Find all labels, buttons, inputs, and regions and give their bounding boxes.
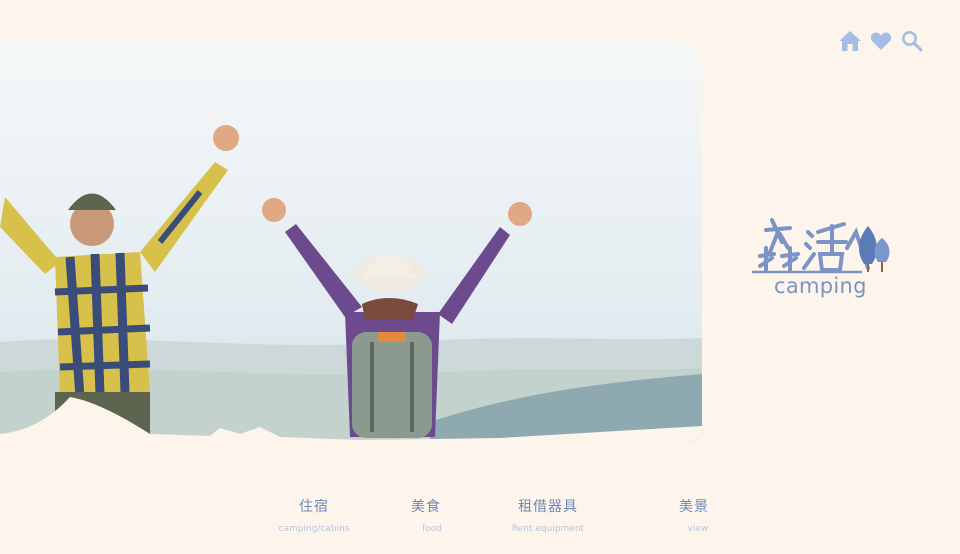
nav-item-lodging[interactable]: 住宿 camping/cabins bbox=[274, 496, 354, 534]
heart-icon[interactable] bbox=[869, 28, 893, 54]
nav-item-view[interactable]: 美景 view bbox=[666, 496, 722, 534]
logo-subtitle: camping bbox=[774, 274, 867, 298]
nav-item-sub: Rent equipment bbox=[511, 524, 585, 534]
nav-item-rent-equipment[interactable]: 租借器具 Rent equipment bbox=[508, 496, 588, 534]
header-icons bbox=[838, 28, 924, 54]
nav-item-label: 美景 bbox=[679, 499, 709, 515]
nav-item-label: 美食 bbox=[411, 499, 441, 515]
nav-item-sub: camping/cabins bbox=[278, 524, 350, 534]
nav-item-food[interactable]: 美食 food bbox=[396, 496, 456, 534]
nav-item-label: 租借器具 bbox=[518, 499, 578, 515]
nav-item-sub: view bbox=[687, 524, 709, 534]
nav-item-sub: food bbox=[422, 524, 442, 534]
hero-image bbox=[0, 42, 702, 442]
search-icon[interactable] bbox=[900, 28, 924, 54]
main-nav: 住宿 camping/cabins 美食 food 租借器具 Rent equi… bbox=[0, 496, 960, 546]
home-icon[interactable] bbox=[838, 28, 862, 54]
brand-logo[interactable]: camping bbox=[752, 212, 898, 304]
logo-mark bbox=[752, 218, 890, 274]
nav-item-label: 住宿 bbox=[299, 499, 329, 515]
